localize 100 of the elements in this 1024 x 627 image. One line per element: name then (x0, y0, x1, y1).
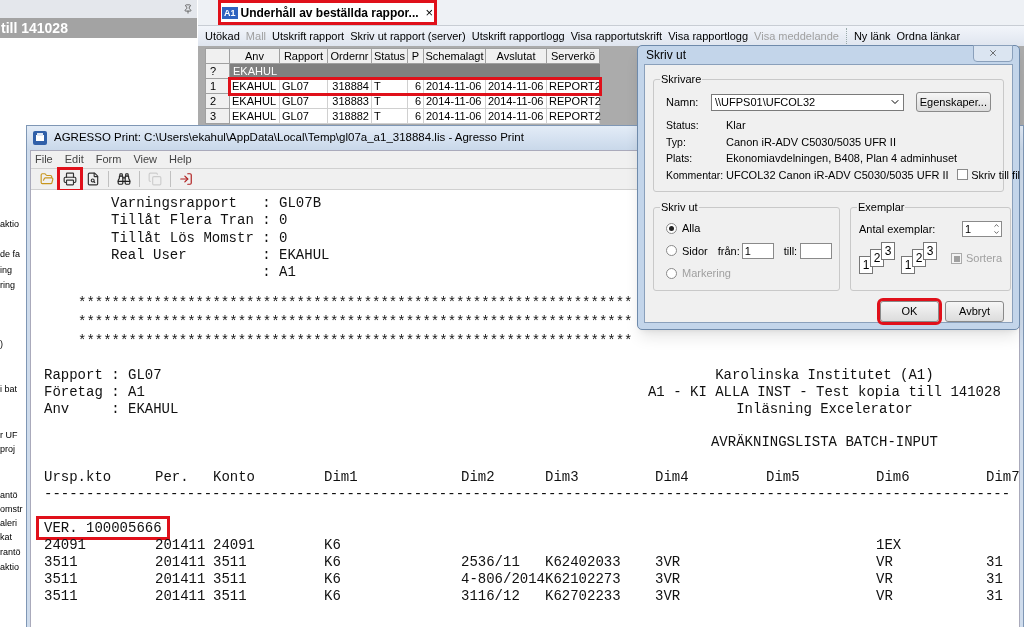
column-header[interactable]: Anv (230, 48, 280, 64)
tab-close[interactable]: × (425, 3, 434, 23)
table-cell-text: 3116/12 (461, 588, 521, 606)
asterisk-line: ****************************************************************** (78, 332, 633, 352)
table-cell-text: 2536/11 (461, 554, 521, 572)
menu-item[interactable]: rantö (0, 546, 21, 558)
menu-item[interactable]: kat (0, 531, 12, 543)
asterisk-line: ****************************************************************** (78, 294, 633, 314)
info-label: Kommentar: (666, 167, 722, 183)
cancel-button[interactable]: Avbryt (945, 301, 1004, 322)
column-header: Dim3 (545, 469, 580, 487)
table-cell-text: 201411 (155, 554, 207, 572)
table-cell: T (372, 79, 408, 94)
column-header[interactable]: Rapport (280, 48, 328, 64)
menu-item[interactable]: ring (0, 279, 15, 291)
row-number: 1 (205, 79, 230, 94)
radio-button[interactable]: Sidor (666, 242, 708, 259)
print-button[interactable] (60, 169, 80, 189)
menu-item[interactable]: omstr (0, 503, 23, 515)
table-cell-text: 3VR (655, 571, 682, 589)
menu-item[interactable]: Help (169, 151, 192, 168)
menu-item[interactable]: i bat (0, 383, 17, 395)
to-page-field[interactable] (800, 242, 833, 259)
column-header[interactable]: P (408, 48, 424, 64)
field-label: från: (717, 243, 740, 259)
menu-item[interactable]: r UF (0, 429, 18, 441)
table-cell-text: K62402033 (545, 554, 622, 572)
table-cell: 318882 (328, 109, 372, 124)
report-line: : A1 (261, 264, 296, 282)
toolbar-button[interactable]: Utökad (205, 27, 240, 45)
menu-item[interactable]: View (133, 151, 158, 168)
column-header: Konto (213, 469, 256, 487)
toolbar-button[interactable]: Utskrift rapportlogg (471, 27, 565, 45)
menu-item[interactable]: aleri (0, 517, 17, 529)
column-header[interactable]: Serverkö (547, 48, 600, 64)
table-cell: GL07 (280, 109, 328, 124)
table-cell-text: 3511 (44, 571, 79, 589)
table-cell-text: K6 (324, 571, 342, 589)
dialog-title: Skriv ut (646, 47, 686, 64)
menu-item[interactable]: aktio (0, 218, 19, 230)
menu-item[interactable]: proj (0, 443, 15, 455)
row-number: 3 (205, 109, 230, 124)
ok-button[interactable]: OK (880, 301, 939, 322)
report-tab[interactable]: A1 Underhåll av beställda rappor... × (218, 0, 438, 25)
table-cell-text: 31 (986, 571, 1004, 589)
table-cell-text: 3511 (213, 571, 248, 589)
menu-item[interactable]: Edit (64, 151, 84, 168)
table-cell-text: 24091 (213, 537, 256, 555)
menu-item[interactable]: ) (0, 338, 3, 350)
menu-item[interactable]: Form (95, 151, 122, 168)
table-cell: 2014-11-06 (424, 79, 486, 94)
column-header[interactable]: Avslutat (486, 48, 547, 64)
from-page-field[interactable]: 1 (741, 242, 774, 259)
toolbar-button[interactable]: Visa rapportlogg (668, 27, 749, 45)
table-cell-text: VR (876, 588, 894, 606)
copies-spinner[interactable]: 1 (962, 221, 1003, 238)
table-row[interactable]: EKAHUL GL07 318882 T 6 2014-11-06 2014-11-06 REPORT2 (230, 109, 600, 124)
toolbar-button[interactable]: Ordna länkar (896, 27, 961, 45)
pin-icon[interactable] (183, 4, 193, 14)
table-cell-text: 31 (986, 588, 1004, 606)
close-icon (988, 48, 998, 58)
toolbar-button[interactable]: Skriv ut rapport (server) (350, 27, 466, 45)
table-cell: REPORT2 (547, 79, 600, 94)
print-to-file-checkbox[interactable]: Skriv till fil (957, 166, 1021, 183)
copy-icon (148, 172, 162, 186)
report-line: Real User : EKAHUL (111, 246, 330, 265)
menu-item[interactable]: de fa (0, 248, 21, 260)
row-number: ? (205, 64, 230, 79)
app-badge: A1 (222, 7, 238, 19)
menu-item[interactable]: antö (0, 489, 18, 501)
filter-cell[interactable]: EKAHUL (230, 64, 600, 79)
column-header: Dim1 (324, 469, 359, 487)
field-label: Namn: (666, 94, 700, 110)
table-cell: 6 (408, 79, 424, 94)
info-label: Plats: (666, 151, 694, 166)
column-header: Dim6 (876, 469, 911, 487)
menu-item[interactable]: ing (0, 264, 12, 276)
column-header[interactable]: Ordernr (328, 48, 372, 64)
column-header[interactable]: Schemalagt (424, 48, 486, 64)
menu-item[interactable]: aktio (0, 561, 19, 573)
table-cell: 2014-11-06 (486, 79, 547, 94)
group-label: Exemplar (857, 200, 906, 214)
highlighted-row[interactable]: EKAHUL GL07 318884 T 6 2014-11-06 2014-11-06 REPORT2 (230, 79, 600, 94)
printer-select[interactable]: \\UFPS01\UFCOL32 (710, 93, 904, 111)
table-cell: EKAHUL (230, 109, 280, 124)
report-line: Varningsrapport : GL07B (111, 195, 322, 213)
column-header: Dim4 (655, 469, 690, 487)
properties-button[interactable]: Egenskaper... (915, 92, 991, 112)
column-header[interactable]: Status (372, 48, 408, 64)
toolbar-button[interactable]: Ny länk (853, 27, 891, 45)
toolbar-button[interactable]: Visa rapportutskrift (570, 27, 663, 45)
toolbar-button[interactable]: Utskrift rapport (272, 27, 345, 45)
rule-line: ------------------------------------------------------------------------------------------------------------------- (44, 486, 1011, 504)
menu-item[interactable]: File (35, 151, 53, 168)
radio-button[interactable]: Alla (666, 220, 701, 237)
table-cell: REPORT2 (547, 109, 600, 124)
column-header: Dim2 (461, 469, 496, 487)
table-cell-text: 1EX (876, 537, 903, 555)
folder-icon (40, 172, 54, 186)
report-header-line: Rapport : GL07 (44, 367, 162, 385)
